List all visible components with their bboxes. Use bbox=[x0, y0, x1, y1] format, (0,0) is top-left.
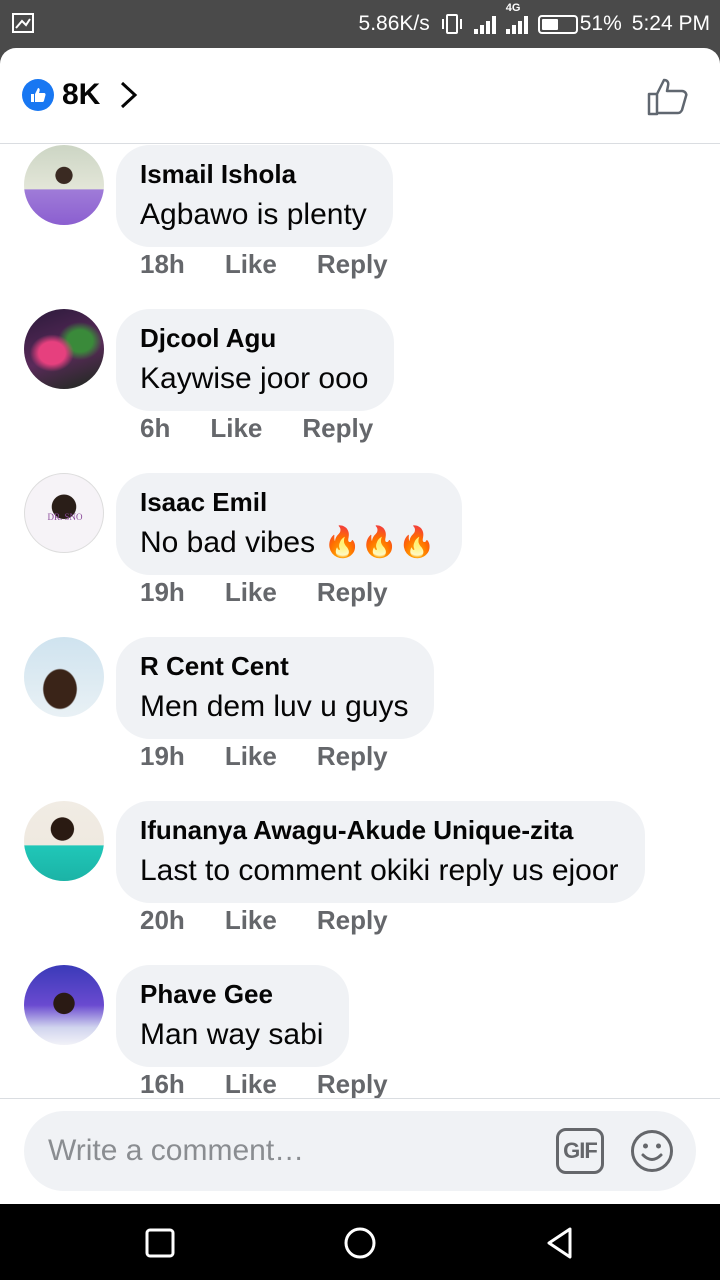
reply-button[interactable]: Reply bbox=[317, 249, 388, 280]
avatar[interactable] bbox=[24, 801, 104, 881]
commenter-name[interactable]: Ismail Ishola bbox=[140, 159, 367, 189]
comment-actions: 16h Like Reply bbox=[140, 1069, 388, 1098]
screenshot-icon bbox=[12, 13, 34, 33]
network-speed: 5.86K/s bbox=[358, 12, 430, 35]
comment-bubble[interactable]: R Cent Cent Men dem luv u guys bbox=[116, 637, 435, 739]
like-button[interactable]: Like bbox=[225, 577, 277, 608]
comment-actions: 18h Like Reply bbox=[140, 249, 388, 280]
avatar-watermark-text: DR. SNO bbox=[47, 512, 83, 522]
commenter-name[interactable]: Ifunanya Awagu-Akude Unique-zita bbox=[140, 815, 619, 845]
comment-bubble[interactable]: Phave Gee Man way sabi bbox=[116, 965, 350, 1067]
square-icon[interactable] bbox=[143, 1226, 177, 1260]
signal-icon bbox=[473, 14, 496, 34]
reply-button[interactable]: Reply bbox=[317, 577, 388, 608]
chevron-right-icon bbox=[121, 81, 138, 109]
battery-icon bbox=[537, 14, 578, 34]
comment-list: Ismail Ishola Agbawo is plenty 18h Like … bbox=[0, 145, 720, 1098]
comment-input-container: GIF bbox=[24, 1111, 696, 1191]
comment-actions: 19h Like Reply bbox=[140, 577, 388, 608]
comment-input[interactable] bbox=[48, 1111, 548, 1191]
comment-text: Man way sabi bbox=[140, 1018, 324, 1051]
comment-actions: 19h Like Reply bbox=[140, 741, 388, 772]
comment-text: No bad vibes 🔥🔥🔥 bbox=[140, 526, 436, 559]
comment-item: Ifunanya Awagu-Akude Unique-zita Last to… bbox=[0, 801, 720, 965]
comment-time: 20h bbox=[140, 905, 185, 935]
battery-level bbox=[541, 18, 558, 30]
like-button[interactable]: Like bbox=[225, 741, 277, 772]
reply-button[interactable]: Reply bbox=[317, 905, 388, 936]
commenter-name[interactable]: Isaac Emil bbox=[140, 487, 436, 517]
avatar[interactable] bbox=[24, 637, 104, 717]
avatar[interactable] bbox=[24, 309, 104, 389]
comments-sheet: 8K Ismail Ishola Agbawo is plenty 18h Li… bbox=[0, 48, 720, 1204]
comment-text: Last to comment okiki reply us ejoor bbox=[140, 854, 619, 887]
comment-time: 6h bbox=[140, 413, 171, 443]
comment-item: Djcool Agu Kaywise joor ooo 6h Like Repl… bbox=[0, 309, 720, 473]
like-button[interactable]: Like bbox=[225, 1069, 277, 1098]
comment-composer: GIF bbox=[0, 1098, 720, 1204]
comment-time: 19h bbox=[140, 577, 185, 607]
reply-button[interactable]: Reply bbox=[317, 1069, 388, 1098]
emoji-icon[interactable] bbox=[630, 1129, 674, 1173]
comment-text: Kaywise joor ooo bbox=[140, 362, 369, 395]
comment-bubble[interactable]: Djcool Agu Kaywise joor ooo bbox=[116, 309, 395, 411]
commenter-name[interactable]: Djcool Agu bbox=[140, 323, 368, 353]
comment-bubble[interactable]: Isaac Emil No bad vibes 🔥🔥🔥 bbox=[116, 473, 462, 575]
comment-text: Men dem luv u guys bbox=[140, 690, 409, 723]
navigation-bar bbox=[0, 1204, 720, 1280]
network-type-label: 4G bbox=[505, 2, 521, 14]
avatar[interactable] bbox=[24, 145, 104, 225]
like-button[interactable]: Like bbox=[225, 249, 277, 280]
comment-text: Agbawo is plenty bbox=[140, 198, 367, 231]
thumbs-up-icon[interactable] bbox=[646, 76, 690, 118]
comment-bubble[interactable]: Ismail Ishola Agbawo is plenty bbox=[116, 145, 393, 247]
reaction-count: 8K bbox=[62, 78, 101, 111]
like-button[interactable]: Like bbox=[225, 905, 277, 936]
commenter-name[interactable]: R Cent Cent bbox=[140, 651, 408, 681]
reply-button[interactable]: Reply bbox=[317, 741, 388, 772]
avatar[interactable]: DR. SNO bbox=[24, 473, 104, 553]
clock: 5:24 PM bbox=[631, 12, 710, 35]
reactions-header: 8K bbox=[0, 48, 720, 144]
reactions-button[interactable]: 8K bbox=[22, 78, 140, 112]
comment-time: 19h bbox=[140, 741, 185, 771]
circle-icon[interactable] bbox=[343, 1226, 377, 1260]
comment-actions: 6h Like Reply bbox=[140, 413, 373, 444]
like-button[interactable]: Like bbox=[210, 413, 262, 444]
comment-item: DR. SNO Isaac Emil No bad vibes 🔥🔥🔥 19h … bbox=[0, 473, 720, 637]
commenter-name[interactable]: Phave Gee bbox=[140, 979, 323, 1009]
comment-item: R Cent Cent Men dem luv u guys 19h Like … bbox=[0, 637, 720, 801]
signal-4g-icon bbox=[505, 14, 528, 34]
vibrate-icon bbox=[441, 14, 462, 34]
comment-actions: 20h Like Reply bbox=[140, 905, 388, 936]
avatar[interactable] bbox=[24, 965, 104, 1045]
battery-percent: 51% bbox=[579, 12, 622, 35]
like-icon bbox=[22, 79, 54, 111]
status-bar: 5.86K/s 4G 51% 5:24 PM bbox=[0, 0, 720, 48]
gif-button[interactable]: GIF bbox=[556, 1128, 604, 1174]
comment-item: Ismail Ishola Agbawo is plenty 18h Like … bbox=[0, 145, 720, 309]
comment-time: 16h bbox=[140, 1069, 185, 1098]
comment-time: 18h bbox=[140, 249, 185, 279]
comment-bubble[interactable]: Ifunanya Awagu-Akude Unique-zita Last to… bbox=[116, 801, 645, 903]
comment-item: Phave Gee Man way sabi 16h Like Reply bbox=[0, 965, 720, 1098]
reply-button[interactable]: Reply bbox=[302, 413, 373, 444]
triangle-back-icon[interactable] bbox=[543, 1226, 577, 1260]
